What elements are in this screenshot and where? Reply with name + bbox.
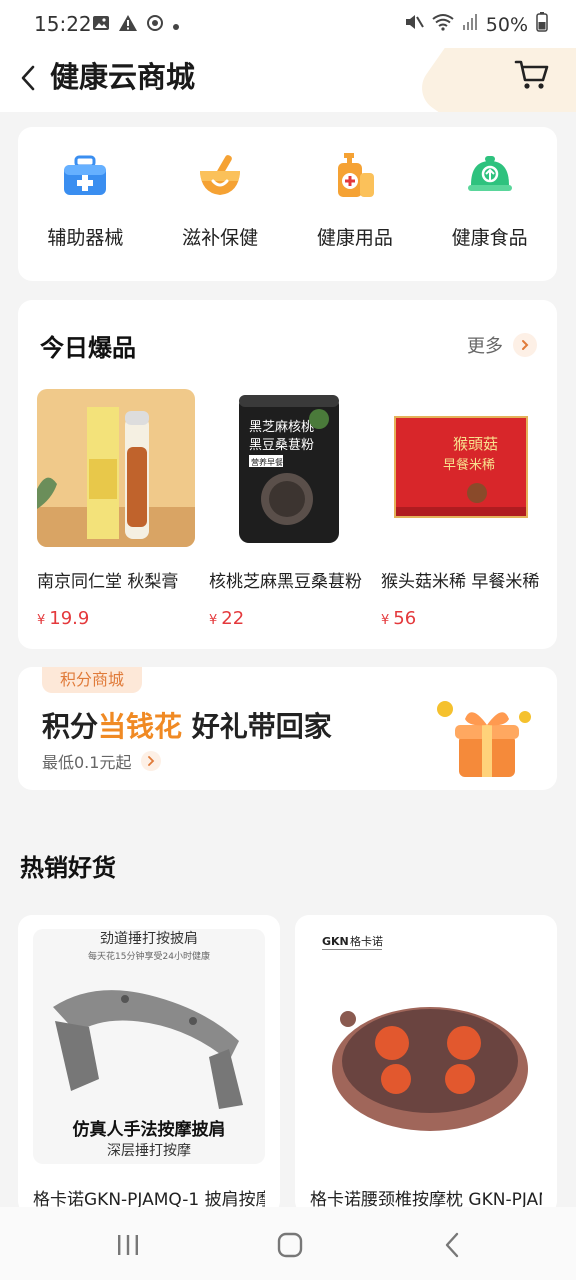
- status-time: 15:22: [34, 12, 92, 36]
- points-slogan: 积分当钱花 好礼带回家: [42, 710, 332, 743]
- page-title: 健康云商城: [50, 60, 196, 94]
- product-image: [37, 389, 195, 547]
- sanitizer-icon: [337, 153, 374, 197]
- chevron-right-icon: [513, 333, 537, 357]
- category-label: 健康食品: [451, 227, 528, 249]
- product-image: 猴頭菇 早餐米稀: [381, 389, 539, 547]
- svg-text:GKN: GKN: [322, 935, 349, 948]
- svg-text:黑芝麻核桃: 黑芝麻核桃: [249, 419, 314, 435]
- recent-apps-icon: [118, 1235, 138, 1255]
- points-sub: 最低0.1元起: [42, 749, 162, 773]
- product-name: 猴头菇米稀 早餐米稀: [381, 572, 539, 592]
- gift-icon: [437, 701, 531, 777]
- image-icon: [92, 14, 110, 36]
- svg-text:黑豆桑葚粉: 黑豆桑葚粉: [249, 438, 314, 453]
- svg-text:早餐米稀: 早餐米稀: [443, 457, 495, 473]
- category-label: 健康用品: [316, 227, 393, 249]
- food-dome-icon: [467, 156, 512, 191]
- product-name: 南京同仁堂 秋梨膏: [37, 572, 179, 592]
- product-price: ¥56: [381, 608, 417, 629]
- more-button[interactable]: 更多: [467, 332, 537, 358]
- category-label: 辅助器械: [47, 227, 124, 249]
- status-left-icons: [92, 14, 180, 36]
- signal-icon: [462, 13, 478, 36]
- product-card[interactable]: 黑芝麻核桃 黑豆桑葚粉 营养早餐 核桃芝麻黑豆桑葚粉 ¥22: [209, 389, 367, 629]
- home-icon: [277, 1232, 303, 1258]
- system-nav-bar: [0, 1207, 576, 1280]
- back-button[interactable]: [12, 58, 44, 98]
- hot-today-card: 今日爆品 更多 南京同仁堂 秋梨膏 ¥19.9 黑芝麻核桃 黑豆桑葚粉 营养早餐…: [18, 300, 557, 649]
- mortar-icon: [200, 155, 241, 195]
- goods-image: 劲道捶打按披肩 每天花15分钟享受24小时健康 仿真人手法按摩披肩 深层捶打按摩: [33, 929, 265, 1164]
- dot-icon: [172, 16, 180, 35]
- product-price: ¥19.9: [37, 608, 90, 629]
- product-card[interactable]: 南京同仁堂 秋梨膏 ¥19.9: [37, 389, 195, 629]
- cart-icon: [514, 60, 549, 89]
- product-card[interactable]: 猴頭菇 早餐米稀 猴头菇米稀 早餐米稀 ¥56: [381, 389, 539, 629]
- points-mall-tag: 积分商城: [42, 667, 143, 693]
- category-tonic[interactable]: 滋补保健: [153, 127, 288, 281]
- chevron-left-icon: [21, 65, 35, 91]
- svg-text:营养早餐: 营养早餐: [251, 457, 283, 467]
- back-nav-button[interactable]: [432, 1227, 472, 1263]
- app-header: 健康云商城: [0, 48, 576, 112]
- section-title: 今日爆品: [40, 334, 136, 362]
- category-assistive-devices[interactable]: 辅助器械: [18, 127, 153, 281]
- svg-text:深层捶打按摩: 深层捶打按摩: [107, 1142, 191, 1159]
- svg-text:猴頭菇: 猴頭菇: [453, 435, 498, 453]
- goods-card[interactable]: GKN 格卡诺 格卡诺腰颈椎按摩枕 GKN-PJAMZ: [295, 915, 557, 1215]
- warning-icon: [118, 14, 138, 36]
- category-health-food[interactable]: 健康食品: [422, 127, 557, 281]
- points-mall-banner[interactable]: 积分商城 积分当钱花 好礼带回家 最低0.1元起: [18, 667, 557, 790]
- hot-goods-title: 热销好货: [20, 854, 116, 882]
- chevron-right-icon: [141, 751, 162, 771]
- svg-text:格卡诺: 格卡诺: [350, 934, 383, 948]
- product-price: ¥22: [209, 608, 245, 629]
- goods-image: GKN 格卡诺: [310, 929, 542, 1164]
- product-name: 核桃芝麻黑豆桑葚粉: [209, 572, 362, 592]
- back-arrow-icon: [445, 1232, 459, 1258]
- category-label: 滋补保健: [182, 227, 259, 249]
- mute-icon: [404, 13, 424, 36]
- medical-kit-icon: [64, 155, 107, 195]
- home-button[interactable]: [270, 1227, 310, 1263]
- svg-text:仿真人手法按摩披肩: 仿真人手法按摩披肩: [73, 1119, 226, 1140]
- more-label: 更多: [467, 336, 503, 357]
- wifi-icon: [432, 13, 454, 36]
- battery-icon: [536, 12, 548, 37]
- svg-text:劲道捶打按披肩: 劲道捶打按披肩: [100, 930, 198, 947]
- cart-button[interactable]: [514, 56, 554, 96]
- category-health-supplies[interactable]: 健康用品: [288, 127, 423, 281]
- goods-card[interactable]: 劲道捶打按披肩 每天花15分钟享受24小时健康 仿真人手法按摩披肩 深层捶打按摩…: [18, 915, 280, 1215]
- status-bar: 15:22 50%: [0, 0, 576, 48]
- svg-text:每天花15分钟享受24小时健康: 每天花15分钟享受24小时健康: [88, 950, 210, 962]
- status-right-icons: 50%: [404, 12, 548, 37]
- category-card: 辅助器械 滋补保健 健康用品 健康食品: [18, 127, 557, 281]
- recent-apps-button[interactable]: [108, 1227, 148, 1263]
- battery-percent: 50%: [485, 13, 528, 36]
- sync-icon: [146, 14, 164, 36]
- product-image: 黑芝麻核桃 黑豆桑葚粉 营养早餐: [209, 389, 367, 547]
